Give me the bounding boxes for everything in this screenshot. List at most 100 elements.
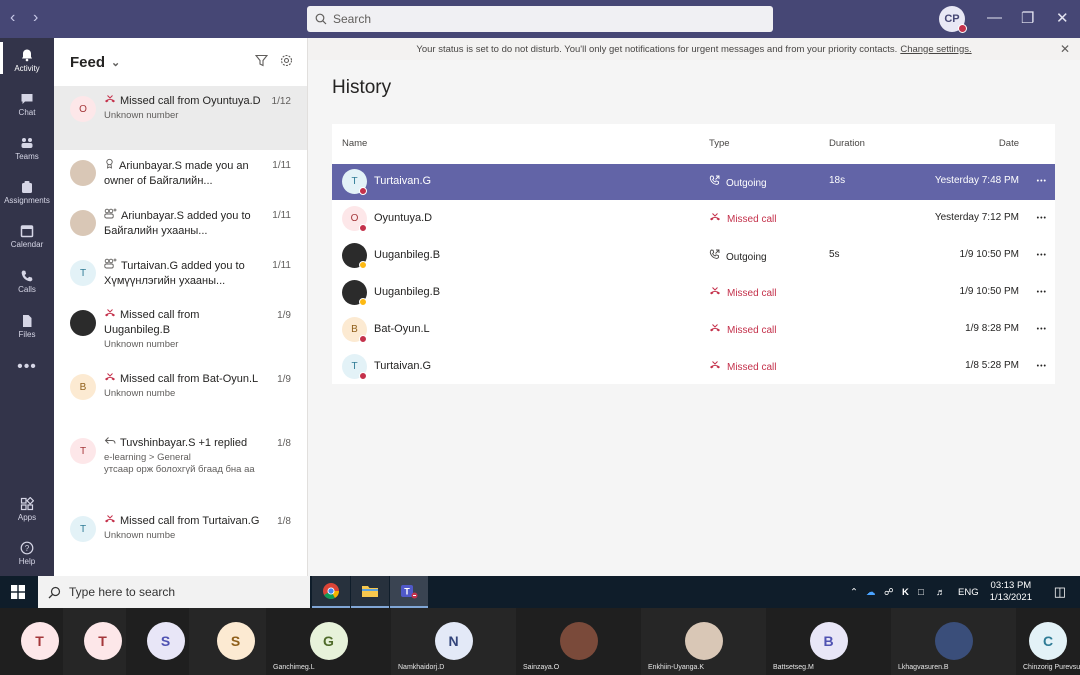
avatar: T — [70, 260, 96, 286]
feed-item[interactable]: B Missed call from Bat-Oyun.L Unknown numb… — [54, 364, 307, 428]
rail-item-files[interactable]: Files — [0, 314, 54, 339]
table-row[interactable]: Uuganbileg.B Missed call 1/9 10:50 PM ••• — [332, 275, 1055, 311]
participant-tile[interactable]: S — [189, 608, 266, 675]
close-icon[interactable]: ✕ — [1060, 42, 1070, 56]
rail-item-help[interactable]: ? Help — [0, 541, 54, 566]
teams-app-button[interactable]: T — [390, 576, 428, 608]
network-icon[interactable]: □ — [918, 587, 924, 598]
avatar: B — [70, 374, 96, 400]
file-explorer-app-button[interactable] — [351, 576, 389, 608]
rail-item-chat[interactable]: Chat — [0, 92, 54, 117]
more-options-icon[interactable]: ••• — [1037, 326, 1047, 333]
more-options-icon[interactable]: ••• — [1037, 363, 1047, 370]
feed-item[interactable]: T Missed call from Turtaivan.G Unknown num… — [54, 506, 307, 570]
table-row[interactable]: O Oyuntuya.D Missed call Yesterday 7:12 PM •… — [332, 201, 1055, 237]
more-options-icon[interactable]: ••• — [1037, 215, 1047, 222]
column-header-type[interactable]: Type — [709, 138, 730, 149]
participant-tile[interactable]: T — [0, 608, 63, 675]
power-icon[interactable]: ☍ — [884, 587, 894, 598]
rail-item-activity[interactable]: Activity — [0, 42, 54, 74]
presence-status-icon — [359, 187, 367, 195]
more-options-icon[interactable]: ••• — [1037, 178, 1047, 185]
more-options-icon[interactable]: ••• — [1037, 252, 1047, 259]
call-date: 1/8 5:28 PM — [965, 360, 1019, 371]
participant-tile[interactable]: T — [63, 608, 126, 675]
caller-name: Turtaivan.G — [374, 175, 432, 187]
feed-item[interactable]: Ariunbayar.S added you to Байгалийн ухаа… — [54, 200, 307, 250]
chevron-left-icon[interactable]: ‹ — [10, 9, 15, 27]
feed-list: O Missed call from Oyuntuya.D Unknown numb… — [54, 86, 307, 570]
gear-icon[interactable] — [280, 54, 293, 67]
onedrive-icon[interactable]: ☁ — [866, 587, 876, 598]
missed-call-icon — [104, 373, 116, 385]
participant-name: Battsetseg.M — [773, 664, 814, 671]
participant-tile[interactable]: G Ganchimeg.L — [266, 608, 391, 675]
rail-item-teams[interactable]: Teams — [0, 136, 54, 161]
participant-tile[interactable]: B Battsetseg.M — [766, 608, 891, 675]
chevron-up-icon[interactable]: ⌃ — [850, 587, 858, 598]
rail-item-assignments[interactable]: Assignments — [0, 180, 54, 205]
participant-tile[interactable]: S — [126, 608, 189, 675]
search-icon — [48, 586, 61, 598]
column-header-date[interactable]: Date — [999, 138, 1019, 149]
clock[interactable]: 03:13 PM 1/13/2021 — [990, 580, 1032, 604]
table-row[interactable]: T Turtaivan.G Outgoing 18s Yesterday 7:48 PM… — [332, 164, 1055, 200]
table-row[interactable]: Uuganbileg.B Outgoing 5s 1/9 10:50 PM ••• — [332, 238, 1055, 274]
feed-item[interactable]: Missed call from Uuganbileg.B Unknown num… — [54, 300, 307, 364]
feed-item[interactable]: O Missed call from Oyuntuya.D Unknown numb… — [54, 86, 307, 150]
feed-item[interactable]: T Turtaivan.G added you to Хүмүүнлэгийн у… — [54, 250, 307, 300]
windows-start-icon[interactable] — [11, 585, 25, 599]
user-avatar[interactable]: CP — [939, 6, 967, 33]
more-options-icon[interactable]: ••• — [1037, 289, 1047, 296]
call-date: Yesterday 7:48 PM — [934, 175, 1019, 186]
notification-text: Your status is set to do not disturb. Yo… — [416, 43, 898, 55]
call-type: Missed call — [709, 286, 776, 299]
k-app-icon[interactable]: K — [902, 587, 909, 598]
participant-avatar — [559, 622, 598, 660]
table-row[interactable]: T Turtaivan.G Missed call 1/8 5:28 PM ••• — [332, 349, 1055, 385]
filter-icon[interactable] — [255, 54, 268, 67]
feed-item[interactable]: Ariunbayar.S made you an owner of Байгал… — [54, 150, 307, 200]
close-icon[interactable]: ✕ — [1056, 9, 1069, 27]
column-header-duration[interactable]: Duration — [829, 138, 865, 149]
participant-tile[interactable]: Sainzaya.O — [516, 608, 641, 675]
search-input[interactable]: Search — [307, 6, 773, 32]
participant-tile[interactable]: Enkhiin-Uyanga.K — [641, 608, 766, 675]
outgoing-call-icon — [709, 175, 720, 189]
participant-tile[interactable]: N Namkhaidorj.D — [391, 608, 516, 675]
rail-item-calls[interactable]: Calls — [0, 269, 54, 294]
notifications-icon[interactable]: ◫ — [1054, 584, 1066, 600]
rail-item-calendar[interactable]: Calendar — [0, 224, 54, 249]
feed-panel: Feed ⌄ O Missed call from Oyuntuya.D Unkno… — [54, 38, 308, 576]
user-initials: CP — [944, 13, 960, 25]
participant-tile[interactable]: C Chinzorig Purevsu — [1016, 608, 1080, 675]
system-tray: ⌃ ☁ ☍ K □ ♬ ENG ◫ — [848, 576, 1080, 608]
add-member-icon — [104, 208, 117, 222]
call-type-label: Missed call — [727, 362, 777, 373]
feed-item-subtitle: Unknown number — [104, 339, 179, 350]
more-apps-icon[interactable]: ••• — [0, 358, 54, 376]
minimize-icon[interactable]: — — [987, 9, 1002, 26]
change-settings-link[interactable]: Change settings. — [900, 44, 971, 55]
help-icon: ? — [20, 541, 34, 555]
taskbar-search-input[interactable]: Type here to search — [38, 576, 310, 608]
language-indicator[interactable]: ENG — [958, 587, 979, 598]
chevron-down-icon[interactable]: ⌄ — [111, 56, 120, 69]
restore-icon[interactable]: ❐ — [1021, 9, 1034, 27]
volume-icon[interactable]: ♬ — [936, 587, 946, 598]
participant-name: Sainzaya.O — [523, 664, 560, 671]
chrome-app-button[interactable] — [312, 576, 350, 608]
rail-item-apps[interactable]: Apps — [0, 497, 54, 522]
rail-label: Activity — [14, 64, 40, 73]
call-type: Missed call — [709, 323, 776, 336]
avatar: T — [70, 516, 96, 542]
feed-item-text: Missed call from Turtaivan.G — [120, 515, 260, 527]
feed-item-title: Missed call from Bat-Oyun.L — [104, 372, 293, 387]
feed-item-text: Missed call from Bat-Oyun.L — [120, 373, 259, 385]
feed-item[interactable]: T Tuvshinbayar.S +1 replied e-learning > G… — [54, 428, 307, 506]
participant-avatar: C — [1029, 622, 1067, 660]
participant-tile[interactable]: Lkhagvasuren.B — [891, 608, 1016, 675]
column-header-name[interactable]: Name — [342, 138, 367, 149]
table-row[interactable]: B Bat-Oyun.L Missed call 1/9 8:28 PM ••• — [332, 312, 1055, 348]
chevron-right-icon[interactable]: › — [33, 9, 38, 27]
